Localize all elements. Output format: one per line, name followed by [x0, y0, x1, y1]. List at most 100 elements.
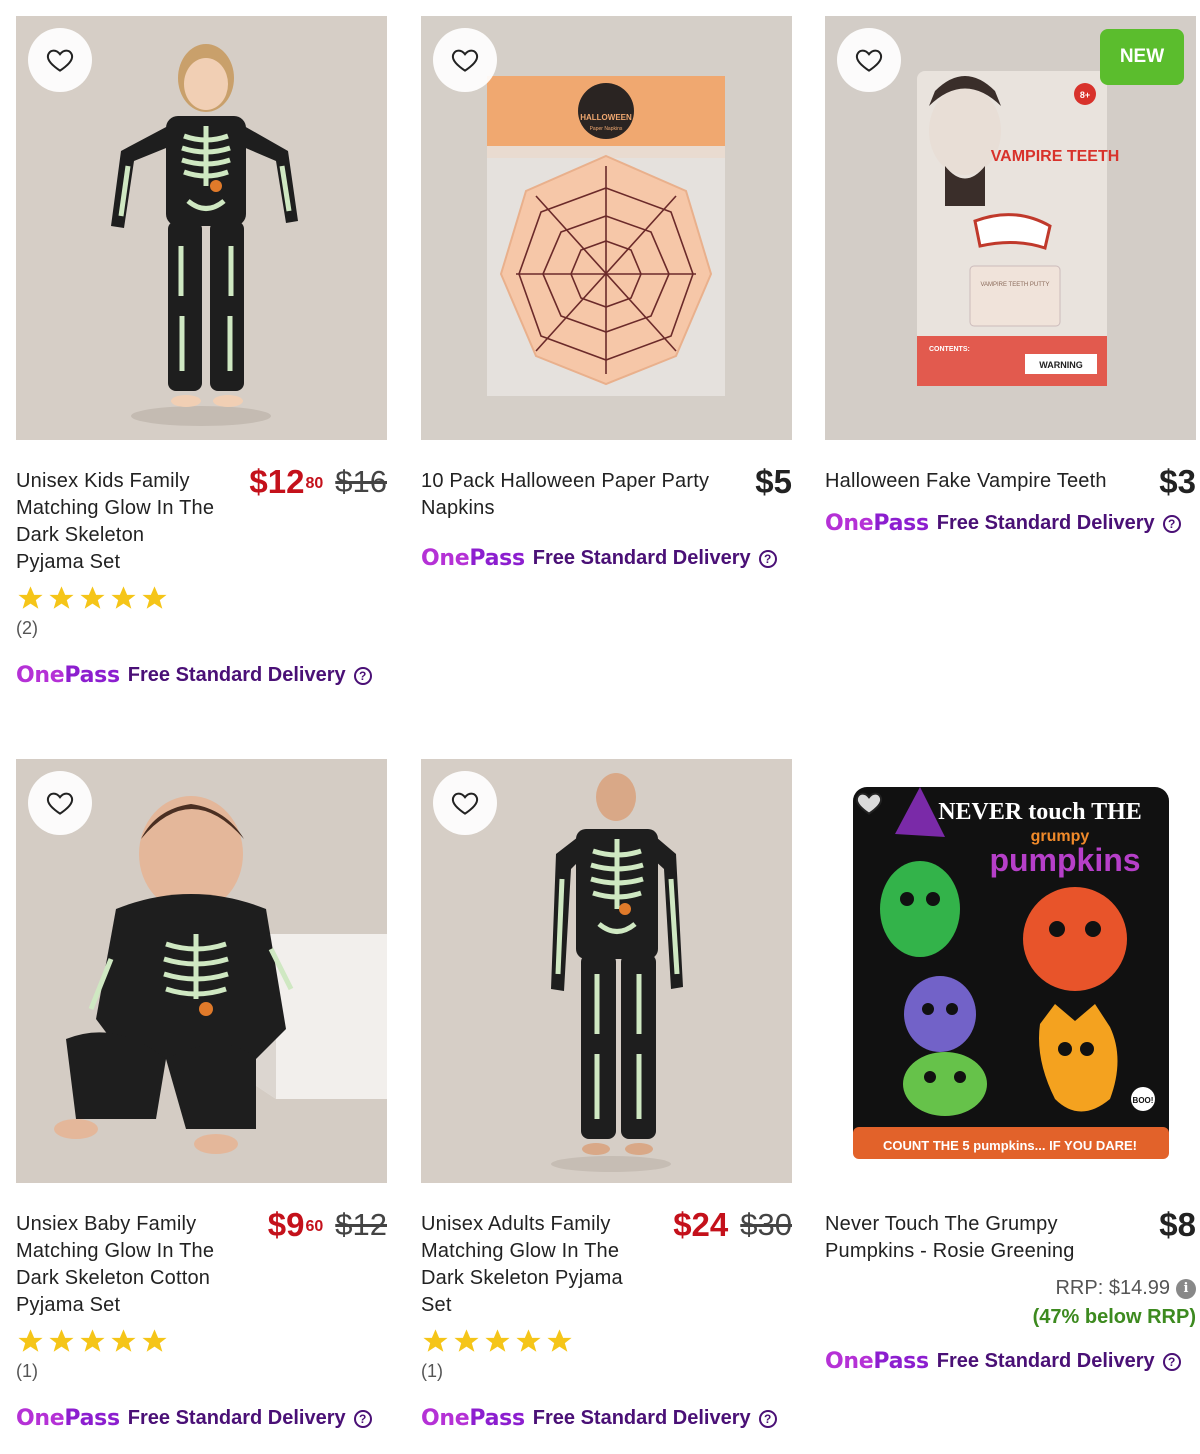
book-boo: BOO!: [1133, 1096, 1154, 1105]
delivery-text: Free Standard Delivery: [936, 1350, 1155, 1372]
onepass-delivery: OnePass Free Standard Delivery ?: [421, 1406, 792, 1431]
onepass-logo-pass: Pass: [64, 663, 120, 688]
rrp-text: RRP: $14.99: [1055, 1277, 1170, 1299]
star-icon: [80, 1329, 105, 1352]
onepass-logo-one: One: [825, 511, 874, 536]
product-title[interactable]: 10 Pack Halloween Paper Party Napkins: [421, 468, 736, 522]
star-icon: [49, 1329, 74, 1352]
onepass-delivery: OnePass Free Standard Delivery ?: [825, 511, 1196, 536]
onepass-logo: OnePass: [16, 663, 120, 688]
onepass-logo: OnePass: [825, 511, 929, 536]
package-subtitle: Paper Napkins: [590, 126, 623, 132]
product-image[interactable]: [421, 759, 792, 1183]
product-card[interactable]: Unsiex Baby Family Matching Glow In The …: [16, 759, 387, 1431]
star-icon: [18, 1329, 43, 1352]
onepass-delivery: OnePass Free Standard Delivery ?: [825, 1349, 1196, 1374]
star-icon: [142, 586, 167, 609]
onepass-delivery: OnePass Free Standard Delivery ?: [16, 1406, 387, 1431]
star-icon: [423, 1329, 448, 1352]
heart-icon: [451, 792, 479, 815]
wishlist-heart-button[interactable]: [433, 771, 497, 835]
product-title[interactable]: Unisex Adults Family Matching Glow In Th…: [421, 1211, 646, 1319]
delivery-text: Free Standard Delivery: [532, 547, 751, 569]
was-price: $12: [335, 1207, 387, 1242]
onepass-logo-one: One: [421, 1406, 470, 1431]
price: $8: [1159, 1206, 1196, 1243]
book-title-pumpkins: pumpkins: [989, 842, 1140, 878]
delivery-text: Free Standard Delivery: [127, 664, 346, 686]
wishlist-heart-button[interactable]: [837, 28, 901, 92]
delivery-text: Free Standard Delivery: [127, 1407, 346, 1429]
help-icon[interactable]: ?: [353, 666, 372, 685]
package-age: 8+: [1080, 90, 1090, 100]
review-count[interactable]: (1): [16, 1361, 387, 1382]
rrp-price: RRP: $14.99 i: [825, 1277, 1196, 1300]
wishlist-heart-button[interactable]: [28, 28, 92, 92]
new-badge: NEW: [1100, 29, 1184, 85]
onepass-logo: OnePass: [825, 1349, 929, 1374]
help-icon[interactable]: ?: [758, 1409, 777, 1428]
star-icon: [111, 1329, 136, 1352]
product-title[interactable]: Halloween Fake Vampire Teeth: [825, 468, 1140, 495]
wishlist-heart-button[interactable]: [837, 771, 901, 835]
help-icon[interactable]: ?: [1162, 1352, 1181, 1371]
heart-icon: [46, 49, 74, 72]
product-card[interactable]: Unisex Kids Family Matching Glow In The …: [16, 16, 387, 688]
help-icon[interactable]: ?: [1162, 514, 1181, 533]
onepass-logo-pass: Pass: [873, 1349, 929, 1374]
star-icon: [49, 586, 74, 609]
price-whole: $9: [267, 1206, 305, 1243]
onepass-logo-pass: Pass: [469, 1406, 525, 1431]
sale-price: $24: [673, 1206, 729, 1243]
wishlist-heart-button[interactable]: [433, 28, 497, 92]
product-card[interactable]: HALLOWEEN Paper Napkins 10 Pack Hallowee…: [421, 16, 792, 571]
heart-icon: [451, 49, 479, 72]
product-image[interactable]: VAMPIRE TEETH 8+ VAMPIRE TEETH PUTTY CON…: [825, 16, 1196, 440]
help-icon[interactable]: ?: [353, 1409, 372, 1428]
price-cents: 60: [305, 1218, 324, 1235]
delivery-text: Free Standard Delivery: [532, 1407, 751, 1429]
price-cents: 80: [305, 475, 324, 492]
was-price: $30: [740, 1207, 792, 1242]
below-rrp: (47% below RRP): [1032, 1306, 1196, 1328]
heart-icon: [855, 792, 883, 815]
package-title: VAMPIRE TEETH: [991, 148, 1120, 165]
star-icon: [516, 1329, 541, 1352]
package-putty: VAMPIRE TEETH PUTTY: [980, 282, 1049, 288]
product-card[interactable]: Unisex Adults Family Matching Glow In Th…: [421, 759, 792, 1431]
book-title-top: NEVER touch THE: [938, 799, 1142, 825]
product-title[interactable]: Unsiex Baby Family Matching Glow In The …: [16, 1211, 241, 1319]
product-image[interactable]: [16, 16, 387, 440]
star-icon: [485, 1329, 510, 1352]
onepass-logo-one: One: [16, 1406, 65, 1431]
onepass-logo-pass: Pass: [469, 546, 525, 571]
onepass-logo-one: One: [825, 1349, 874, 1374]
help-icon[interactable]: ?: [758, 549, 777, 568]
product-title[interactable]: Never Touch The Grumpy Pumpkins - Rosie …: [825, 1211, 1115, 1265]
onepass-logo-pass: Pass: [64, 1406, 120, 1431]
star-rating: [16, 584, 387, 614]
review-count[interactable]: (1): [421, 1361, 792, 1382]
star-rating: [421, 1327, 792, 1357]
was-price: $16: [335, 464, 387, 499]
onepass-delivery: OnePass Free Standard Delivery ?: [421, 546, 792, 571]
product-image[interactable]: [16, 759, 387, 1183]
product-title[interactable]: Unisex Kids Family Matching Glow In The …: [16, 468, 216, 576]
package-warning: WARNING: [1039, 360, 1083, 370]
price: $5: [755, 463, 792, 500]
onepass-logo-one: One: [421, 546, 470, 571]
product-image[interactable]: HALLOWEEN Paper Napkins: [421, 16, 792, 440]
star-icon: [111, 586, 136, 609]
star-rating: [16, 1327, 387, 1357]
product-card[interactable]: VAMPIRE TEETH 8+ VAMPIRE TEETH PUTTY CON…: [825, 16, 1196, 536]
onepass-logo: OnePass: [421, 1406, 525, 1431]
package-contents: CONTENTS:: [929, 346, 970, 353]
info-icon[interactable]: i: [1176, 1278, 1196, 1299]
review-count[interactable]: (2): [16, 618, 387, 639]
price-whole: $12: [249, 463, 305, 500]
onepass-logo-pass: Pass: [873, 511, 929, 536]
wishlist-heart-button[interactable]: [28, 771, 92, 835]
product-image[interactable]: NEVER touch THE grumpy pumpkins COUNT TH…: [825, 759, 1196, 1183]
product-card[interactable]: NEVER touch THE grumpy pumpkins COUNT TH…: [825, 759, 1196, 1374]
sale-price: $1280: [249, 462, 323, 502]
